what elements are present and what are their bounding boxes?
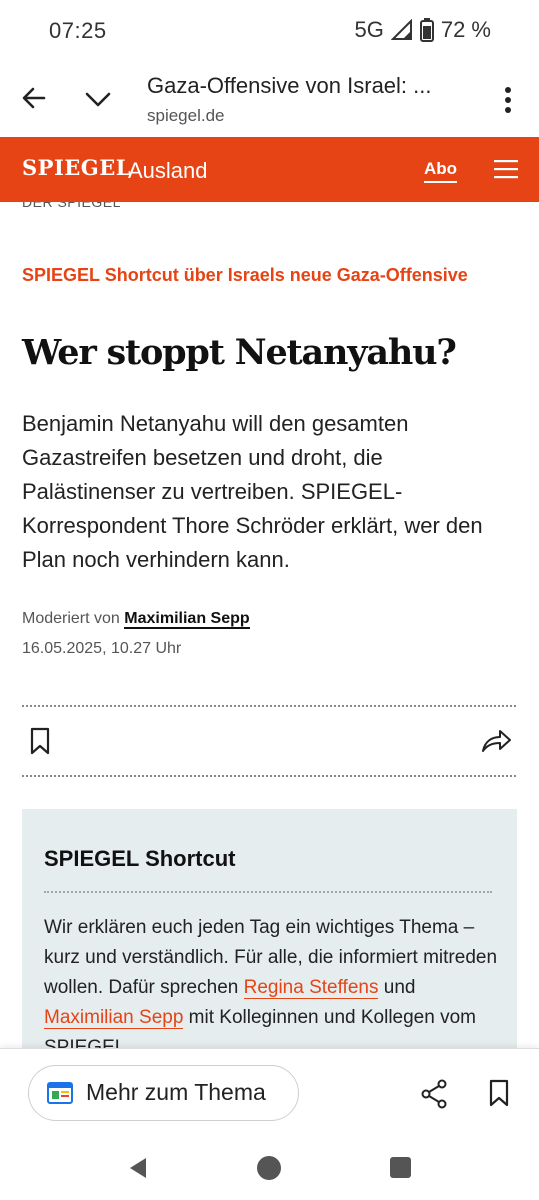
- battery-percent: 72 %: [440, 17, 491, 42]
- back-arrow-icon[interactable]: [20, 84, 48, 112]
- info-text-part: und: [378, 977, 416, 998]
- status-icons: 5G 72 %: [354, 17, 491, 43]
- network-label: 5G: [354, 17, 384, 42]
- more-vert-icon[interactable]: [494, 84, 522, 116]
- divider: [44, 891, 492, 893]
- page-title[interactable]: Gaza-Offensive von Israel: ...: [147, 73, 432, 99]
- article-kicker: SPIEGEL Shortcut über Israels neue Gaza-…: [22, 265, 468, 285]
- chip-label: Mehr zum Thema: [86, 1079, 266, 1105]
- host-link-regina-steffens[interactable]: Regina Steffens: [243, 977, 379, 999]
- nav-home-icon[interactable]: [257, 1156, 281, 1180]
- nav-back-icon[interactable]: [126, 1156, 150, 1180]
- bottom-toolbar: Mehr zum Thema: [0, 1048, 539, 1143]
- moderator-link[interactable]: Maximilian Sepp: [124, 610, 250, 629]
- chevron-down-icon[interactable]: [84, 86, 112, 114]
- article-content: DER SPIEGEL SPIEGEL Shortcut über Israel…: [0, 202, 539, 1048]
- divider: [22, 775, 516, 777]
- site-header: SPIEGEL Ausland Abo: [0, 137, 539, 202]
- image-credit: DER SPIEGEL: [22, 202, 121, 210]
- host-link-maximilian-sepp[interactable]: Maximilian Sepp: [44, 1007, 184, 1029]
- info-box-text: Wir erklären euch jeden Tag ein wichtige…: [44, 913, 504, 1048]
- status-bar: 07:25 5G 72 %: [0, 0, 539, 64]
- moderator-line: Moderiert von Maximilian Sepp: [22, 610, 250, 629]
- divider: [22, 705, 516, 707]
- share-icon[interactable]: [420, 1079, 448, 1109]
- shortcut-info-box: SPIEGEL Shortcut Wir erklären euch jeden…: [22, 809, 517, 1048]
- spiegel-logo[interactable]: SPIEGEL: [22, 155, 131, 180]
- battery-icon: [419, 18, 434, 42]
- publish-date: 16.05.2025, 10.27 Uhr: [22, 640, 182, 657]
- more-on-topic-chip[interactable]: Mehr zum Thema: [28, 1065, 299, 1121]
- moderator-prefix: Moderiert von: [22, 610, 120, 627]
- bookmark-icon[interactable]: [28, 727, 52, 755]
- nav-recents-icon[interactable]: [390, 1157, 411, 1178]
- status-time: 07:25: [49, 18, 107, 43]
- system-nav-bar: [0, 1142, 539, 1200]
- news-feed-icon: [47, 1082, 73, 1104]
- browser-toolbar: Gaza-Offensive von Israel: ... spiegel.d…: [0, 64, 539, 136]
- page-domain[interactable]: spiegel.de: [147, 106, 225, 126]
- abo-link[interactable]: Abo: [424, 159, 458, 183]
- signal-icon: [390, 19, 412, 40]
- section-title[interactable]: Ausland: [128, 158, 208, 184]
- article-lead: Benjamin Netanyahu will den gesamten Gaz…: [22, 411, 483, 572]
- article-headline: Wer stoppt Netanyahu?: [22, 332, 457, 373]
- hamburger-menu-icon[interactable]: [494, 159, 518, 179]
- share-arrow-icon[interactable]: [480, 727, 512, 755]
- info-box-title: SPIEGEL Shortcut: [44, 846, 236, 871]
- bookmark-icon[interactable]: [488, 1079, 510, 1107]
